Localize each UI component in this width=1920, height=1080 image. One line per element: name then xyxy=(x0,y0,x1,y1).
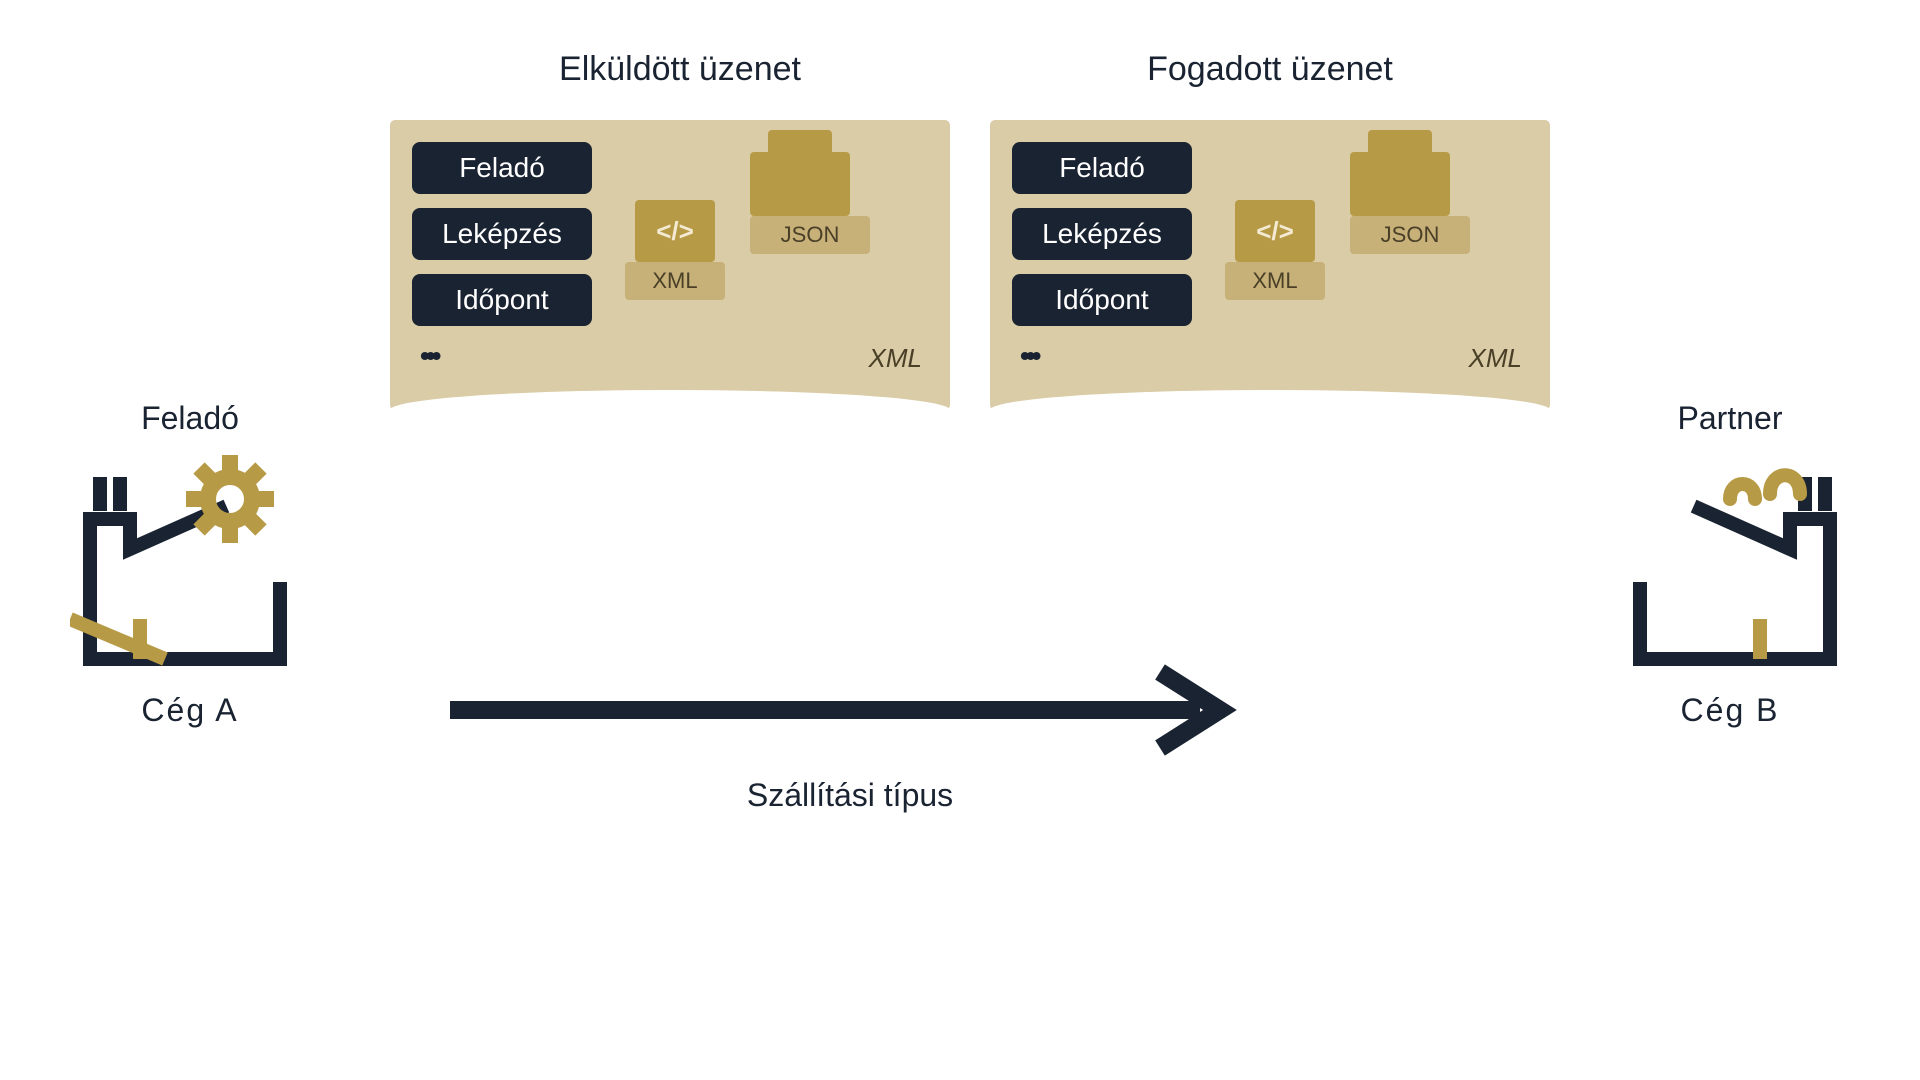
company-a-role: Feladó xyxy=(60,400,320,437)
company-a-block: Feladó xyxy=(60,400,320,729)
gear-icon xyxy=(186,455,274,543)
received-chip-sender: Feladó xyxy=(1012,142,1192,194)
json-file-icon xyxy=(768,130,832,152)
sent-json-block: JSON xyxy=(750,130,880,254)
received-format-label: XML xyxy=(1469,343,1522,374)
sent-ellipsis: ••• xyxy=(412,340,592,372)
code-icon: </> xyxy=(635,200,715,262)
sent-message-card: Feladó Leképzés Időpont ••• </> XML JSON… xyxy=(390,120,950,410)
json-file-icon-body xyxy=(1350,152,1450,216)
received-xml-block: </> XML xyxy=(1220,200,1330,300)
sent-xml-label: XML xyxy=(625,262,725,300)
code-icon: </> xyxy=(1235,200,1315,262)
received-json-label: JSON xyxy=(1350,216,1470,254)
arrow-icon xyxy=(440,660,1260,760)
sent-chip-column: Feladó Leképzés Időpont ••• xyxy=(412,142,592,372)
json-file-icon-body xyxy=(750,152,850,216)
transport-arrow-group: Szállítási típus xyxy=(440,660,1260,814)
smoke-icon xyxy=(1730,475,1800,499)
received-message-heading: Fogadott üzenet xyxy=(1070,50,1470,89)
factory-a-icon xyxy=(70,449,310,669)
sent-json-label: JSON xyxy=(750,216,870,254)
sent-chip-time: Időpont xyxy=(412,274,592,326)
sent-chip-mapping: Leképzés xyxy=(412,208,592,260)
company-a-name: Cég A xyxy=(60,692,320,729)
company-b-role: Partner xyxy=(1600,400,1860,437)
sent-chip-sender: Feladó xyxy=(412,142,592,194)
received-chip-time: Időpont xyxy=(1012,274,1192,326)
company-b-name: Cég B xyxy=(1600,692,1860,729)
received-message-card: Feladó Leképzés Időpont ••• </> XML JSON… xyxy=(990,120,1550,410)
factory-b-icon xyxy=(1610,449,1850,669)
sent-message-heading: Elküldött üzenet xyxy=(480,50,880,89)
sent-format-label: XML xyxy=(869,343,922,374)
transport-type-label: Szállítási típus xyxy=(440,777,1260,814)
received-ellipsis: ••• xyxy=(1012,340,1192,372)
received-chip-column: Feladó Leképzés Időpont ••• xyxy=(1012,142,1192,372)
json-file-icon xyxy=(1368,130,1432,152)
company-b-block: Partner Cég B xyxy=(1600,400,1860,729)
received-xml-label: XML xyxy=(1225,262,1325,300)
sent-xml-block: </> XML xyxy=(620,200,730,300)
received-chip-mapping: Leképzés xyxy=(1012,208,1192,260)
diagram-stage: Elküldött üzenet Feladó Leképzés Időpont… xyxy=(60,130,1860,930)
received-json-block: JSON xyxy=(1350,130,1480,254)
